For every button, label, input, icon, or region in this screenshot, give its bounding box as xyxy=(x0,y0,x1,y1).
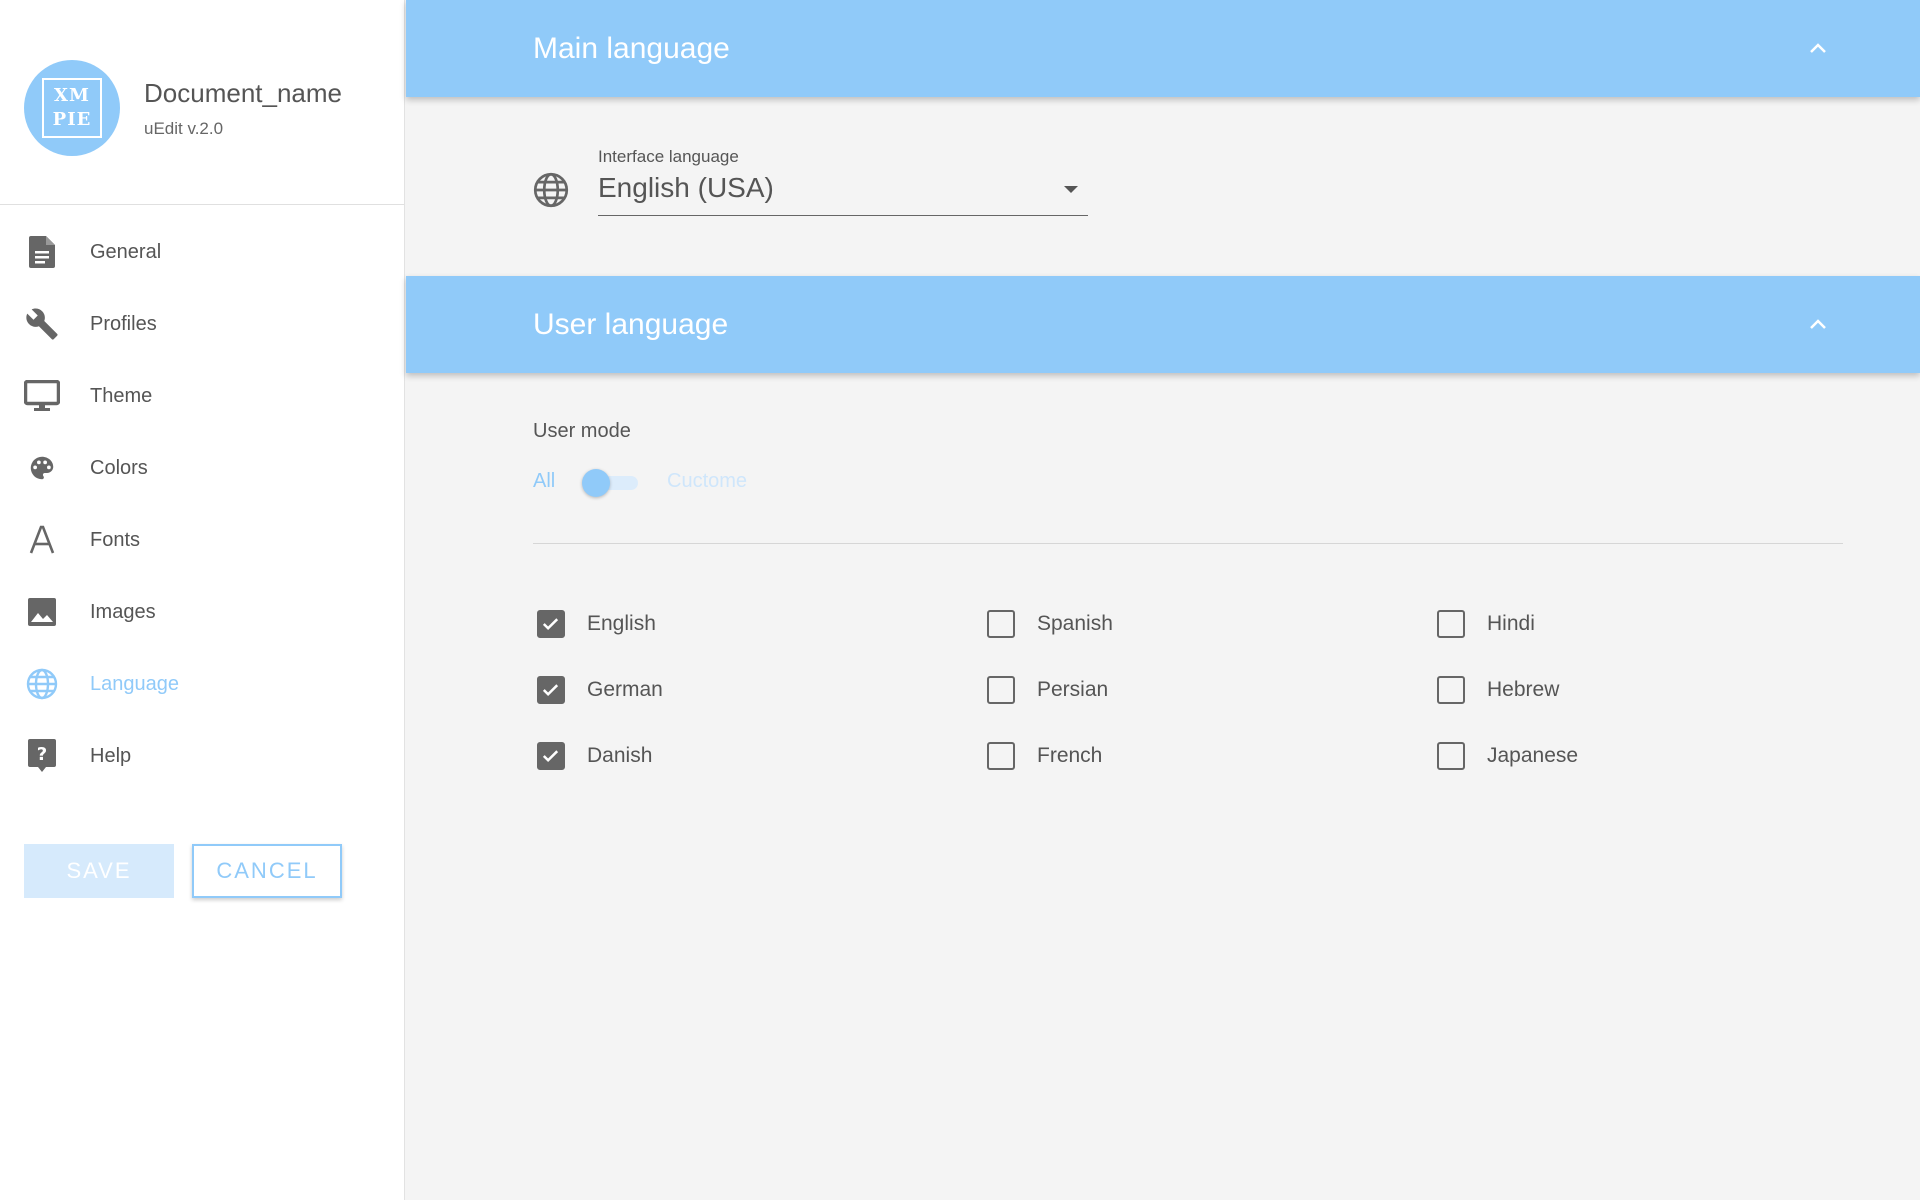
caret-down-icon xyxy=(1064,186,1078,193)
language-checkbox-french[interactable]: French xyxy=(987,738,1102,774)
sidebar-item-theme[interactable]: Theme xyxy=(0,360,405,432)
wrench-icon xyxy=(24,306,60,342)
checkbox[interactable] xyxy=(987,676,1015,704)
check-icon xyxy=(542,684,559,697)
svg-text:?: ? xyxy=(37,744,47,765)
sidebar-item-colors[interactable]: Colors xyxy=(0,432,405,504)
sidebar-item-label: Fonts xyxy=(90,528,141,551)
checkbox[interactable] xyxy=(537,676,565,704)
language-checkbox-german[interactable]: German xyxy=(537,672,663,708)
logo-text-bottom: PIE xyxy=(52,109,92,130)
language-checkbox-hindi[interactable]: Hindi xyxy=(1437,606,1535,642)
sidebar-item-help[interactable]: ? Help xyxy=(0,720,405,792)
globe-icon xyxy=(533,172,569,208)
interface-language-select[interactable]: English (USA) xyxy=(598,170,1088,216)
help-icon: ? xyxy=(24,738,60,774)
sidebar-item-label: Images xyxy=(90,600,156,623)
monitor-icon xyxy=(24,378,60,414)
user-language-header[interactable]: User language xyxy=(406,276,1920,373)
document-name: Document_name xyxy=(144,78,342,108)
checkbox-label: Hebrew xyxy=(1487,678,1560,701)
interface-language-label: Interface language xyxy=(598,147,739,166)
app-version: uEdit v.2.0 xyxy=(144,119,224,138)
sidebar-item-label: Colors xyxy=(90,456,148,479)
checkbox-label: Spanish xyxy=(1037,612,1113,635)
checkbox-label: Japanese xyxy=(1487,744,1579,767)
checkbox-label: English xyxy=(587,612,656,635)
language-checkbox-japanese[interactable]: Japanese xyxy=(1437,738,1578,774)
mode-custom-label: Cuctome xyxy=(667,470,748,492)
section-title: Main language xyxy=(533,31,730,65)
checkbox[interactable] xyxy=(987,610,1015,638)
sidebar-item-fonts[interactable]: Fonts xyxy=(0,504,405,576)
main-content: Main language Interface language English… xyxy=(406,0,1920,1200)
toggle-thumb[interactable] xyxy=(582,469,610,497)
sidebar-item-profiles[interactable]: Profiles xyxy=(0,288,405,360)
cancel-button[interactable]: CANCEL xyxy=(192,844,342,898)
sidebar-item-images[interactable]: Images xyxy=(0,576,405,648)
user-mode-label: User mode xyxy=(533,420,631,442)
sidebar: XM PIE Document_name uEdit v.2.0 General… xyxy=(0,0,405,1200)
language-checkbox-spanish[interactable]: Spanish xyxy=(987,606,1113,642)
logo-text-top: XM xyxy=(54,85,90,106)
globe-icon xyxy=(24,666,60,702)
sidebar-item-language[interactable]: Language xyxy=(0,648,405,720)
checkbox[interactable] xyxy=(537,742,565,770)
checkbox[interactable] xyxy=(987,742,1015,770)
language-checkbox-persian[interactable]: Persian xyxy=(987,672,1108,708)
language-checkbox-english[interactable]: English xyxy=(537,606,656,642)
palette-icon xyxy=(24,450,60,486)
logo-box: XM PIE xyxy=(42,78,102,138)
sidebar-item-label: Language xyxy=(90,672,179,695)
checkbox[interactable] xyxy=(1437,676,1465,704)
checkbox-label: Hindi xyxy=(1487,612,1535,635)
select-value: English (USA) xyxy=(598,172,774,203)
image-icon xyxy=(24,594,60,630)
sidebar-item-label: Help xyxy=(90,744,132,767)
chevron-up-icon[interactable] xyxy=(1806,312,1830,336)
checkbox-label: Persian xyxy=(1037,678,1109,701)
xmpie-logo: XM PIE xyxy=(24,60,120,156)
main-language-header[interactable]: Main language xyxy=(406,0,1920,97)
check-icon xyxy=(542,618,559,631)
mode-all-label: All xyxy=(533,470,556,492)
language-checkbox-danish[interactable]: Danish xyxy=(537,738,652,774)
chevron-up-icon[interactable] xyxy=(1806,36,1830,60)
action-buttons: SAVE CANCEL xyxy=(24,844,342,898)
sidebar-header: XM PIE Document_name uEdit v.2.0 xyxy=(0,0,404,205)
sidebar-item-label: Profiles xyxy=(90,312,157,335)
checkbox[interactable] xyxy=(1437,742,1465,770)
settings-app: XM PIE Document_name uEdit v.2.0 General… xyxy=(0,0,1920,1200)
checkbox-label: Danish xyxy=(587,744,653,767)
language-checkbox-hebrew[interactable]: Hebrew xyxy=(1437,672,1559,708)
user-mode-toggle[interactable] xyxy=(582,467,646,497)
checkbox[interactable] xyxy=(1437,610,1465,638)
checkbox-label: French xyxy=(1037,744,1103,767)
save-button[interactable]: SAVE xyxy=(24,844,174,898)
section-title: User language xyxy=(533,307,729,341)
divider xyxy=(533,543,1843,544)
check-icon xyxy=(542,750,559,763)
font-icon xyxy=(24,522,60,558)
document-icon xyxy=(24,234,60,270)
checkbox[interactable] xyxy=(537,610,565,638)
sidebar-item-general[interactable]: General xyxy=(0,216,405,288)
sidebar-item-label: General xyxy=(90,240,162,263)
sidebar-item-label: Theme xyxy=(90,384,153,407)
checkbox-label: German xyxy=(587,678,663,701)
sidebar-nav: General Profiles Theme Colors Fonts Imag… xyxy=(0,216,405,792)
